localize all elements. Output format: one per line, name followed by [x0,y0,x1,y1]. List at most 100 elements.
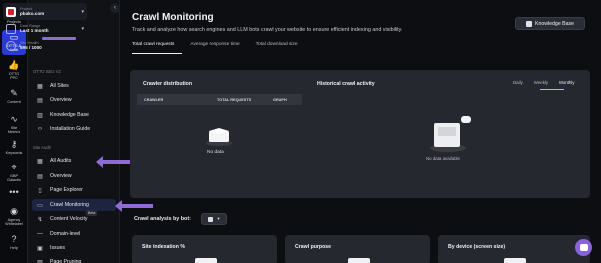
book-icon: ▥ [37,112,43,119]
sidebar-item-crawl-monitoring[interactable]: ▭ Crawl Monitoring [32,199,116,211]
book-icon [526,20,533,27]
rail-item-label: OTTO PPC [8,72,20,81]
prune-icon: ▧ [37,259,43,263]
knowledge-base-button[interactable]: Knowledge Base [515,17,585,30]
velocity-icon: ↯ [37,216,43,223]
sidebar-item-all-sites[interactable]: ▦ All Sites [32,80,116,92]
chart-icon: ∿ [10,114,18,124]
sidebar-item-overview[interactable]: ▤ Overview [32,170,116,182]
sidebar-item-page-pruning[interactable]: ▧ Page Pruning [32,256,116,263]
rail-item-pencil[interactable]: ✎ Content [0,88,28,105]
rail-item-label: Content [7,100,21,104]
bot-icon [208,216,214,222]
page-title: Crawl Monitoring [132,12,214,23]
page-subtitle: Track and analyze how search engines and… [132,27,403,33]
sidebar-item-content-velocity[interactable]: ↯ Content Velocity [32,213,116,225]
section-site-audit: Site Audit [33,145,51,150]
card-title: By device (screen size) [448,244,506,250]
range-active-indicator [540,89,564,90]
historical-no-data: No data available [426,156,460,161]
beta-badge: Beta [86,210,98,216]
metric-tabs: Total crawl requests Average response ti… [132,42,314,52]
crawler-distribution-title: Crawler distribution [143,81,192,87]
sidebar-item-label: Knowledge Base [50,112,89,118]
collapse-sidebar-icon[interactable]: ‹ [110,3,120,13]
range-weekly[interactable]: Weekly [534,80,548,85]
domain-icon: — [37,231,43,237]
date-progress-bar [42,37,76,40]
range-tabs: Daily Weekly Monthly [502,80,574,85]
sidebar-item-label: All Audits [50,158,72,164]
crawl-purpose-card: Crawl purpose [285,235,430,263]
card-illustration [348,258,370,263]
empty-chart-icon [430,116,471,152]
sidebar-item-domain-level[interactable]: — Domain-level [32,228,116,240]
sidebar-item-label: Domain-level [50,231,81,237]
section-otto-seo: OTTO SEO V2 [33,69,61,74]
tab-total-download-size[interactable]: Total download size [256,42,298,52]
range-daily[interactable]: Daily [513,80,523,85]
rail-item-thumbs-up[interactable]: 👍 OTTO PPC [0,60,28,81]
rail-item-more[interactable]: ••• [0,187,28,198]
rail-item-label: Site Metrics [7,126,21,135]
sidebar-item-installation-guide[interactable]: ‹› Installation Guide [32,123,116,135]
card-title: Site indexation % [142,244,185,250]
calendar-icon [6,23,16,34]
grid-icon: ▦ [37,158,43,165]
sidebar-item-label: Content Velocity [50,216,88,222]
sidebar-item-label: Issues [50,245,65,251]
thumbs-up-icon: 👍 [8,60,20,70]
main-content: Crawl Monitoring Track and analyze how s… [121,0,601,263]
rail-item-key[interactable]: ⚷ Keywords [0,139,28,156]
rail-item-label: Keywords [5,151,23,155]
rail-item-label: Help [10,246,18,250]
agency-icon: ◉ [10,206,18,216]
crawler-table-header: CRAWLER TOTAL REQUESTS GRAPH [137,94,302,105]
crawler-no-data: No data [207,150,224,155]
overview-icon: ▤ [37,173,43,180]
chat-button[interactable] [575,239,592,256]
range-monthly[interactable]: Monthly [559,80,574,85]
rail-item-label: Agency Whitelabel [5,218,23,227]
bot-select[interactable]: ▾ [201,213,227,225]
chevron-down-icon: ▾ [81,8,84,15]
empty-box-icon [206,128,232,146]
overview-icon: ▤ [37,97,43,104]
card-illustration [504,258,526,263]
project-selector-group: Project pbako.com ▾ Date Range Last 1 mo… [3,3,87,57]
column-total-requests[interactable]: TOTAL REQUESTS [217,98,251,102]
page-icon: ▯ [38,187,42,194]
site-health-value: 595 / 1000 [20,45,42,50]
crawl-panel: Crawler distribution CRAWLER TOTAL REQUE… [130,70,590,198]
sidebar-item-issues[interactable]: ▣ Issues [32,242,116,254]
project-value: pbako.com [20,11,45,16]
date-range-selector[interactable]: Date Range Last 1 month ▾ [3,20,87,37]
site-indexation-card: Site indexation % [132,235,277,263]
sidebar-item-label: All Sites [50,83,69,89]
rail-item-chart[interactable]: ∿ Site Metrics [0,114,28,135]
sidebar-item-label: Page Pruning [50,259,82,263]
sidebar-item-label: Installation Guide [50,126,91,132]
sidebar-item-overview[interactable]: ▤ Overview [32,94,116,106]
rail-item-help[interactable]: ? Help [0,234,28,251]
sidebar-item-page-explorer[interactable]: ▯ Page Explorer [32,184,116,196]
column-graph[interactable]: GRAPH [273,98,287,102]
project-logo-icon [6,6,16,17]
chevron-down-icon: ▾ [81,25,84,32]
tab-average-response-time[interactable]: Average response time [190,42,239,52]
rail-item-agency[interactable]: ◉ Agency Whitelabel [0,206,28,227]
historical-title: Historical crawl activity [317,81,375,87]
card-title: Crawl purpose [295,244,332,250]
date-range-value: Last 1 month [20,28,49,33]
column-crawler[interactable]: CRAWLER [144,98,163,102]
sidebar-item-knowledge-base[interactable]: ▥ Knowledge Base [32,109,116,121]
pin-icon: ⌖ [11,162,17,172]
rail-item-pin[interactable]: ⌖ GBP Galactic [0,162,28,183]
sidebar-item-label: Overview [50,97,72,103]
grid-icon: ▦ [37,83,43,90]
monitor-icon: ▭ [37,202,43,209]
sidebar-item-label: Overview [50,173,72,179]
project-selector[interactable]: Project pbako.com ▾ [3,3,87,20]
chevron-down-icon: ▾ [217,216,220,221]
tab-total-crawl-requests[interactable]: Total crawl requests [132,42,174,52]
